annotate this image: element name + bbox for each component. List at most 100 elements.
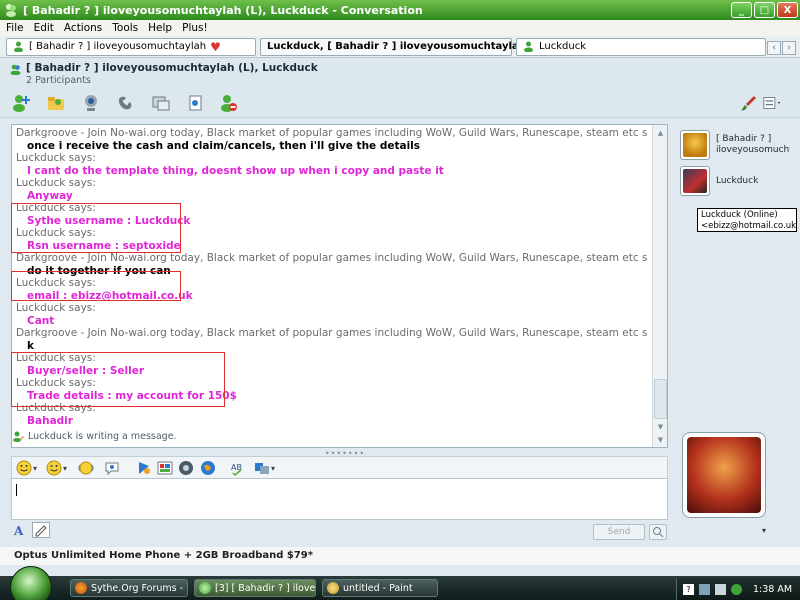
sender-line: Darkgroove - Join No-wai.org today, Blac… — [16, 127, 648, 139]
highlight-box — [11, 352, 225, 407]
conversation-tabs: [ Bahadir ? ] iloveyousomuchtaylah ♥ Luc… — [0, 36, 800, 58]
background-button[interactable] — [157, 459, 173, 477]
search-button[interactable] — [649, 524, 667, 540]
contact-icon — [524, 41, 533, 52]
title-bar: [ Bahadir ? ] iloveyousomuchtaylah (L), … — [0, 0, 800, 20]
maximize-button[interactable]: □ — [754, 2, 775, 18]
ad-text[interactable]: Optus Unlimited Home Phone + 2GB Broadba… — [14, 550, 313, 561]
plus-icon-button[interactable] — [136, 459, 152, 477]
paint-icon — [327, 582, 339, 594]
pen-icon — [35, 525, 47, 537]
message-text: Bahadir — [27, 414, 73, 427]
my-display-picture[interactable] — [682, 432, 766, 518]
system-tray: ? 1:38 AM — [676, 578, 800, 600]
participant-count: 2 Participants — [26, 75, 91, 86]
chat-scrollbar[interactable]: ▲ ▼ ▼ — [652, 125, 667, 447]
pencil-icon — [13, 431, 24, 442]
image-icon — [157, 461, 173, 475]
font-button[interactable]: A — [14, 524, 23, 538]
participant-bahadir[interactable]: [ Bahadir ? ] iloveyousomucht — [674, 128, 794, 162]
display-picture-menu-icon[interactable]: ▾ — [762, 526, 766, 535]
taskbar-item-browser[interactable]: Sythe.Org Forums - P... — [70, 579, 188, 597]
wallpaper-button[interactable] — [200, 459, 216, 477]
window-title: [ Bahadir ? ] iloveyousomuchtaylah (L), … — [23, 3, 423, 17]
participant-name: [ Bahadir ? ] iloveyousomucht — [716, 134, 790, 155]
close-button[interactable]: X — [777, 2, 798, 18]
sender-line: Luckduck says: — [16, 152, 96, 164]
search-icon — [653, 527, 664, 538]
messenger-icon — [6, 4, 16, 17]
participants-panel: [ Bahadir ? ] iloveyousomucht Luckduck — [674, 124, 796, 414]
scroll-up-icon[interactable]: ▲ — [654, 126, 667, 139]
tab-luckduck[interactable]: Luckduck — [516, 37, 766, 56]
tab-label: Luckduck — [539, 41, 586, 52]
camera-button[interactable] — [178, 459, 194, 477]
tab-group[interactable]: Luckduck, [ Bahadir ? ] iloveyousomuchta… — [260, 37, 541, 56]
paint-brush-icon[interactable] — [738, 92, 760, 114]
conversation-header: [ Bahadir ? ] iloveyousomuchtaylah (L), … — [0, 58, 800, 88]
sender-line: Darkgroove - Join No-wai.org today, Blac… — [16, 327, 648, 339]
toolbar — [0, 88, 800, 118]
emoticon-button[interactable]: ▾ — [16, 459, 37, 477]
call-icon[interactable] — [115, 92, 137, 114]
taskbar-item-paint[interactable]: untitled - Paint — [322, 579, 438, 597]
participant-avatar — [680, 166, 710, 196]
clock: 1:38 AM — [753, 583, 793, 595]
participant-name: Luckduck — [716, 175, 759, 186]
handwriting-button[interactable] — [32, 522, 50, 538]
sender-line: Luckduck says: — [16, 302, 96, 314]
typing-indicator: Luckduck is writing a message. — [13, 431, 177, 442]
menu-edit[interactable]: Edit — [34, 22, 54, 34]
firefox-icon — [75, 582, 87, 594]
tab-prev-button[interactable]: ‹ — [767, 41, 781, 55]
menu-actions[interactable]: Actions — [64, 22, 102, 34]
video-icon[interactable] — [80, 92, 102, 114]
send-button[interactable]: Send — [593, 524, 645, 540]
participant-luckduck[interactable]: Luckduck — [674, 164, 794, 198]
tab-next-button[interactable]: › — [782, 41, 796, 55]
send-files-icon[interactable] — [45, 92, 67, 114]
message-input[interactable] — [11, 478, 668, 520]
highlight-box — [11, 203, 181, 253]
smiley-icon — [16, 460, 32, 476]
heart-icon: ♥ — [210, 39, 221, 54]
help-tray-icon[interactable]: ? — [683, 583, 694, 595]
wink-icon — [46, 460, 62, 476]
tab-label: Luckduck, [ Bahadir ? ] iloveyousomuchta… — [267, 41, 526, 52]
block-icon[interactable] — [218, 92, 240, 114]
minimize-button[interactable]: _ — [731, 2, 752, 18]
taskbar-item-conversation[interactable]: [3] [ Bahadir ? ] ilovey... — [194, 579, 316, 597]
ad-banner[interactable]: Optus Unlimited Home Phone + 2GB Broadba… — [0, 547, 800, 565]
menu-plus[interactable]: Plus! — [182, 22, 208, 34]
nudge-icon — [105, 462, 119, 476]
tab-navigation: ‹ › — [767, 41, 796, 55]
scroll-thumb[interactable] — [654, 379, 667, 419]
message-text: k — [27, 339, 34, 352]
typing-status: Luckduck is writing a message. — [28, 431, 177, 442]
color-button[interactable]: ▾ — [254, 459, 275, 477]
scroll-down-icon[interactable]: ▼ — [654, 420, 667, 433]
messenger-tray-icon[interactable] — [731, 583, 742, 595]
menu-help[interactable]: Help — [148, 22, 172, 34]
activities-icon[interactable] — [150, 92, 172, 114]
message-text: Anyway — [27, 189, 73, 202]
layout-icon[interactable] — [762, 92, 784, 114]
messenger-icon — [199, 582, 211, 594]
wink-button[interactable]: ▾ — [46, 459, 67, 477]
participants-icon — [10, 64, 21, 75]
scroll-end-icon[interactable]: ▼ — [654, 433, 667, 446]
volume-tray-icon[interactable] — [715, 583, 726, 595]
tab-bahadir[interactable]: [ Bahadir ? ] iloveyousomuchtaylah ♥ — [6, 37, 256, 56]
voice-clip-button[interactable] — [78, 459, 94, 477]
spell-check-icon: AB — [231, 463, 242, 476]
tooltip-status: Luckduck (Online) — [701, 210, 778, 220]
games-icon[interactable] — [185, 92, 207, 114]
start-button[interactable] — [10, 566, 52, 600]
network-tray-icon[interactable] — [699, 583, 710, 595]
menu-file[interactable]: File — [6, 22, 24, 34]
input-toolbar: ▾ ▾ AB ▾ — [11, 456, 668, 478]
invite-icon[interactable] — [10, 92, 32, 114]
spell-check-button[interactable]: AB — [230, 459, 246, 477]
nudge-button[interactable] — [104, 459, 120, 477]
menu-tools[interactable]: Tools — [112, 22, 138, 34]
